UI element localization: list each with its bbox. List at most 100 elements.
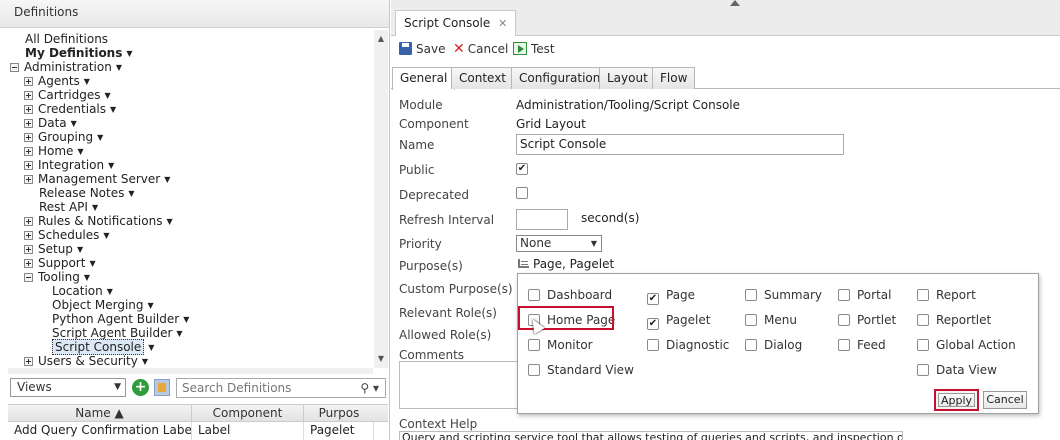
purpose-option[interactable]: Dashboard [528,288,612,304]
refresh-interval-field[interactable] [516,209,568,230]
search-definitions-input[interactable]: Search Definitions ⚲ ▾ [176,378,386,398]
tree-item[interactable]: Agents ▼ [24,74,90,88]
chevron-down-icon[interactable]: ▼ [97,131,103,145]
tree-item[interactable]: Home ▼ [24,144,84,158]
tree-item[interactable]: Management Server ▼ [24,172,170,186]
purpose-option[interactable]: Global Action [917,338,1016,354]
tree-item[interactable]: Support ▼ [24,256,96,270]
purpose-checkbox[interactable] [528,289,540,301]
tree-item[interactable]: Object Merging ▼ [52,298,154,312]
purpose-option[interactable]: ✔ Pagelet [647,313,710,330]
purpose-checkbox[interactable] [647,339,659,351]
expand-icon[interactable] [24,217,33,226]
tree-item[interactable]: Integration ▼ [24,158,114,172]
tree-item[interactable]: Release Notes ▼ [39,186,135,200]
tree-item[interactable]: Rest API ▼ [39,200,98,214]
tree-item[interactable]: Data ▼ [24,116,77,130]
purpose-option[interactable]: Feed [838,338,886,354]
collapse-icon[interactable] [10,63,19,72]
cancel-button[interactable]: ✕ Cancel [453,40,508,58]
tab-script-console[interactable]: Script Console ✕ [395,10,517,36]
expand-icon[interactable] [24,147,33,156]
filter-button[interactable] [154,379,170,396]
add-definition-button[interactable]: + [132,379,149,396]
purpose-option[interactable]: Menu [745,313,797,329]
purpose-option[interactable]: Diagnostic [647,338,729,354]
tab-layout[interactable]: Layout [599,67,656,89]
chevron-down-icon[interactable]: ▼ [103,229,109,243]
tree-item[interactable]: Administration ▼ [10,60,122,74]
tree-item[interactable]: Python Agent Builder ▼ [52,312,189,326]
expand-icon[interactable] [24,77,33,86]
collapse-icon[interactable] [24,273,33,282]
tree-item[interactable]: Grouping ▼ [24,130,103,144]
search-icon[interactable]: ⚲ ▾ [360,379,379,397]
purpose-checkbox[interactable] [917,314,929,326]
expand-icon[interactable] [24,161,33,170]
public-checkbox[interactable]: ✔ [516,163,528,175]
purpose-option[interactable]: Portlet [838,313,896,329]
column-header-component[interactable]: Component [192,405,304,422]
purpose-option[interactable]: Portal [838,288,891,304]
expand-icon[interactable] [24,231,33,240]
purpose-checkbox[interactable] [745,289,757,301]
tree-item[interactable]: Setup ▼ [24,242,83,256]
chevron-down-icon[interactable]: ▼ [166,215,172,229]
tree-item[interactable]: Location ▼ [52,284,113,298]
chevron-down-icon[interactable]: ▼ [84,271,90,285]
purpose-option[interactable]: Report [917,288,976,304]
chevron-down-icon[interactable]: ▼ [108,159,114,173]
chevron-down-icon[interactable]: ▼ [92,201,98,215]
chevron-down-icon[interactable]: ▼ [148,299,154,313]
purpose-checkbox[interactable] [838,289,850,301]
deprecated-checkbox[interactable] [516,187,528,199]
expand-icon[interactable] [24,91,33,100]
purpose-option[interactable]: ✔ Page [647,288,695,305]
popup-cancel-button[interactable]: Cancel [983,391,1027,409]
expand-icon[interactable] [24,105,33,114]
tree-item[interactable]: Credentials ▼ [24,102,116,116]
tree-item[interactable]: Schedules ▼ [24,228,110,242]
tree-item[interactable]: Script Console ▼ [52,339,154,355]
chevron-down-icon[interactable]: ▼ [89,257,95,271]
chevron-down-icon[interactable]: ▼ [105,89,111,103]
chevron-down-icon[interactable]: ▼ [107,285,113,299]
tree-item[interactable]: Cartridges ▼ [24,88,111,102]
chevron-down-icon[interactable]: ▼ [77,243,83,257]
purpose-option[interactable]: Summary [745,288,822,304]
chevron-down-icon[interactable]: ▼ [116,61,122,75]
expand-icon[interactable] [24,357,33,366]
purpose-checkbox[interactable] [528,339,540,351]
chevron-down-icon[interactable]: ▼ [128,187,134,201]
purpose-option[interactable]: Dialog [745,338,802,354]
priority-select[interactable]: None ▼ [516,235,602,252]
tab-configuration[interactable]: Configuration [511,67,609,89]
purpose-checkbox[interactable] [745,339,757,351]
purpose-checkbox[interactable] [838,339,850,351]
column-header-purpose[interactable]: Purpos [304,405,374,422]
column-header-name[interactable]: Name ▲ [8,405,192,422]
close-icon[interactable]: ✕ [498,17,507,30]
collapse-arrow-icon[interactable] [730,0,740,6]
purpose-option[interactable]: Reportlet [917,313,991,329]
chevron-down-icon[interactable]: ▼ [164,173,170,187]
comments-field[interactable] [399,361,519,409]
tree-item[interactable]: Script Agent Builder ▼ [52,326,183,340]
purposes-value[interactable]: Page, Pagelet [518,257,614,271]
expand-icon[interactable] [24,245,33,254]
chevron-down-icon[interactable]: ▼ [110,103,116,117]
scroll-up-icon[interactable]: ▲ [374,32,388,46]
context-help-field[interactable]: Query and scripting service tool that al… [399,431,903,440]
chevron-down-icon[interactable]: ▼ [71,117,77,131]
purpose-checkbox[interactable] [745,314,757,326]
tree-item[interactable]: Tooling ▼ [24,270,90,284]
expand-icon[interactable] [24,175,33,184]
purpose-option[interactable]: Monitor [528,338,593,354]
expand-icon[interactable] [24,119,33,128]
tree-item[interactable]: Rules & Notifications ▼ [24,214,173,228]
purpose-checkbox[interactable] [528,364,540,376]
test-button[interactable]: Test [513,40,555,58]
purpose-checkbox[interactable] [838,314,850,326]
tree-item[interactable]: My Definitions ▼ [25,46,133,60]
expand-icon[interactable] [24,133,33,142]
